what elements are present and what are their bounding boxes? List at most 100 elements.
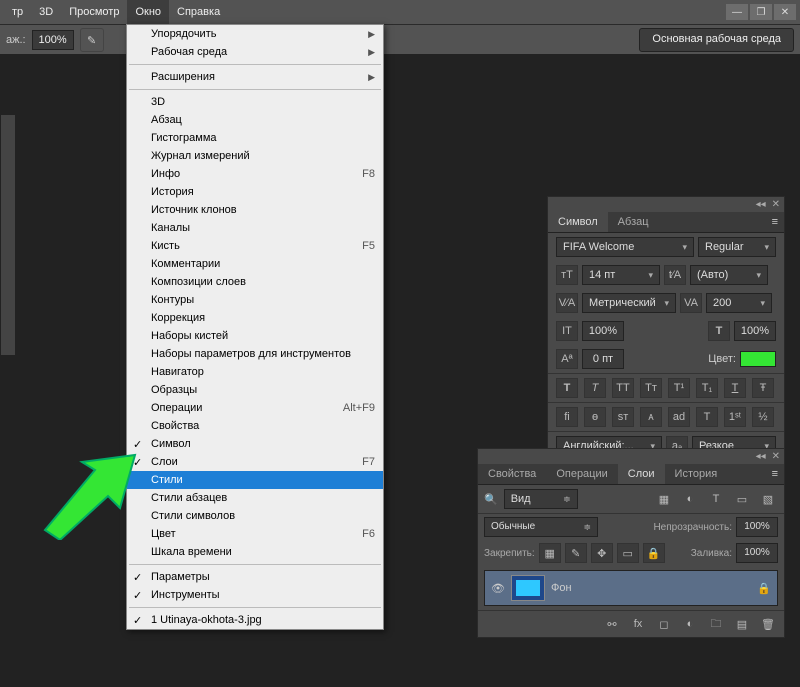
tab-properties[interactable]: Свойства: [478, 464, 546, 484]
layer-name[interactable]: Фон: [551, 582, 572, 594]
tab-history[interactable]: История: [665, 464, 728, 484]
menu-item[interactable]: Абзац: [127, 111, 383, 129]
adjustment-icon[interactable]: ◐: [680, 615, 700, 633]
menu-item[interactable]: Навигатор: [127, 363, 383, 381]
zoom-input[interactable]: 100%: [32, 30, 74, 50]
font-size-select[interactable]: 14 пт▾: [582, 265, 660, 285]
blend-mode-select[interactable]: Обычные≑: [484, 517, 598, 537]
ligatures-button[interactable]: fi: [556, 407, 578, 427]
slashed-button[interactable]: ½: [752, 407, 774, 427]
opacity-input[interactable]: 100%: [736, 517, 778, 537]
menu-item[interactable]: ЦветF6: [127, 525, 383, 543]
filter-shape-icon[interactable]: ▭: [732, 490, 752, 508]
titling-button[interactable]: ad: [668, 407, 690, 427]
menu-item[interactable]: Стили абзацев: [127, 489, 383, 507]
lock-artboard-icon[interactable]: ▭: [617, 543, 639, 563]
link-layers-icon[interactable]: ⚯: [602, 615, 622, 633]
minimize-button[interactable]: —: [726, 4, 748, 20]
menu-item[interactable]: Наборы параметров для инструментов: [127, 345, 383, 363]
contextual-button[interactable]: ɵ: [584, 407, 606, 427]
menu-help[interactable]: Справка: [169, 0, 228, 24]
filter-type-icon[interactable]: T: [706, 490, 726, 508]
leading-select[interactable]: (Авто)▾: [690, 265, 768, 285]
allcaps-button[interactable]: TT: [612, 378, 634, 398]
menu-item[interactable]: Стили: [127, 471, 383, 489]
swash-button[interactable]: sᴛ: [612, 407, 634, 427]
panel-collapse-icon[interactable]: ◂◂: [756, 199, 766, 210]
maximize-button[interactable]: ❐: [750, 4, 772, 20]
fx-icon[interactable]: fx: [628, 615, 648, 633]
hscale-input[interactable]: 100%: [734, 321, 776, 341]
menu-item[interactable]: Свойства: [127, 417, 383, 435]
ordinals-button[interactable]: T: [696, 407, 718, 427]
menu-item[interactable]: ИнфоF8: [127, 165, 383, 183]
menu-window[interactable]: Окно: [127, 0, 169, 24]
filter-smart-icon[interactable]: ▧: [758, 490, 778, 508]
tab-layers[interactable]: Слои: [618, 464, 665, 484]
menu-item[interactable]: Шкала времени: [127, 543, 383, 561]
menu-filter[interactable]: тр: [4, 0, 31, 24]
tab-actions[interactable]: Операции: [546, 464, 617, 484]
text-color-swatch[interactable]: [740, 351, 776, 367]
panel-close-icon[interactable]: ✕: [772, 199, 780, 210]
lock-pixels-icon[interactable]: ▦: [539, 543, 561, 563]
baseline-input[interactable]: 0 пт: [582, 349, 624, 369]
menu-item[interactable]: Наборы кистей: [127, 327, 383, 345]
close-button[interactable]: ✕: [774, 4, 796, 20]
lock-icon[interactable]: 🔒: [757, 582, 771, 595]
lock-paint-icon[interactable]: ✎: [565, 543, 587, 563]
kerning-select[interactable]: Метрический▾: [582, 293, 676, 313]
lock-position-icon[interactable]: ✥: [591, 543, 613, 563]
tracking-select[interactable]: 200▾: [706, 293, 772, 313]
menu-item[interactable]: ✓Инструменты: [127, 586, 383, 604]
menu-view[interactable]: Просмотр: [61, 0, 127, 24]
underline-button[interactable]: T: [724, 378, 746, 398]
font-style-select[interactable]: Regular▾: [698, 237, 776, 257]
tab-paragraph[interactable]: Абзац: [608, 212, 659, 232]
filter-adjust-icon[interactable]: ◐: [680, 490, 700, 508]
menu-item[interactable]: ✓1 Utinaya-okhota-3.jpg: [127, 611, 383, 629]
layer-thumbnail[interactable]: [511, 575, 545, 601]
new-layer-icon[interactable]: ▤: [732, 615, 752, 633]
menu-item[interactable]: История: [127, 183, 383, 201]
menu-item[interactable]: Каналы: [127, 219, 383, 237]
fractions-button[interactable]: 1ˢᵗ: [724, 407, 746, 427]
tool-icon[interactable]: ✎: [80, 28, 104, 52]
menu-3d[interactable]: 3D: [31, 0, 61, 24]
tab-character[interactable]: Символ: [548, 212, 608, 232]
menu-item[interactable]: Коррекция: [127, 309, 383, 327]
menu-item[interactable]: ✓Символ: [127, 435, 383, 453]
delete-icon[interactable]: 🗑: [758, 615, 778, 633]
lock-all-icon[interactable]: 🔒: [643, 543, 665, 563]
stylistic-button[interactable]: ᴀ: [640, 407, 662, 427]
layer-row[interactable]: 👁 Фон 🔒: [485, 571, 777, 605]
panel-collapse-icon[interactable]: ◂◂: [756, 451, 766, 462]
menu-item[interactable]: ОперацииAlt+F9: [127, 399, 383, 417]
panel-menu-icon[interactable]: ≡: [766, 212, 784, 232]
menu-item[interactable]: ✓Параметры: [127, 568, 383, 586]
menu-item[interactable]: Расширения▶: [127, 68, 383, 86]
menu-item[interactable]: Комментарии: [127, 255, 383, 273]
bold-button[interactable]: T: [556, 378, 578, 398]
menu-item[interactable]: Гистограмма: [127, 129, 383, 147]
panel-menu-icon[interactable]: ≡: [766, 464, 784, 484]
menu-item[interactable]: Источник клонов: [127, 201, 383, 219]
left-dock[interactable]: [0, 114, 16, 356]
menu-item[interactable]: Образцы: [127, 381, 383, 399]
filter-pixel-icon[interactable]: ▦: [654, 490, 674, 508]
fill-input[interactable]: 100%: [736, 543, 778, 563]
menu-item[interactable]: ✓СлоиF7: [127, 453, 383, 471]
menu-item[interactable]: Упорядочить▶: [127, 25, 383, 43]
italic-button[interactable]: T: [584, 378, 606, 398]
menu-item[interactable]: Контуры: [127, 291, 383, 309]
workspace-switcher[interactable]: Основная рабочая среда: [639, 28, 794, 52]
mask-icon[interactable]: ◻: [654, 615, 674, 633]
strikethrough-button[interactable]: Ŧ: [752, 378, 774, 398]
subscript-button[interactable]: T₁: [696, 378, 718, 398]
menu-item[interactable]: 3D: [127, 93, 383, 111]
smallcaps-button[interactable]: Tᴛ: [640, 378, 662, 398]
vscale-input[interactable]: 100%: [582, 321, 624, 341]
filter-kind-select[interactable]: Вид≑: [504, 489, 578, 509]
menu-item[interactable]: Рабочая среда▶: [127, 43, 383, 61]
visibility-icon[interactable]: 👁: [491, 581, 505, 595]
